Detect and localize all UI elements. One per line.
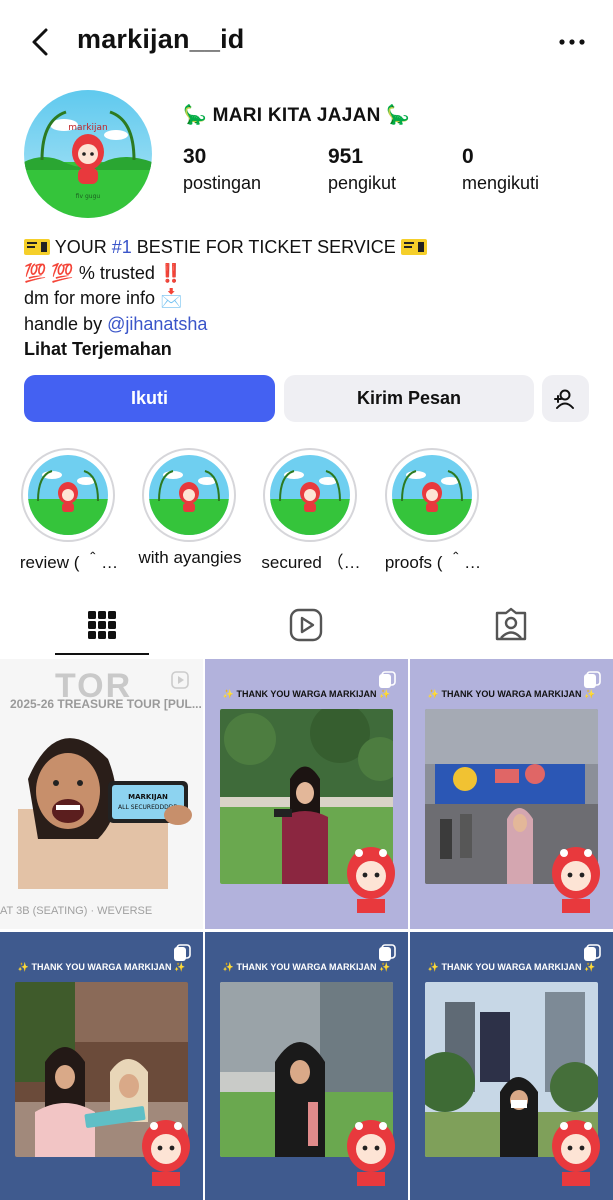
post-banner: ✨ THANK YOU WARGA MARKIJAN ✨ (427, 962, 596, 972)
follow-button[interactable]: Ikuti (24, 375, 275, 422)
suggest-users-button[interactable] (542, 375, 589, 422)
highlight-cover (28, 455, 108, 535)
username-title: markijan__id (77, 24, 245, 54)
display-name-text: MARI KITA JAJAN (212, 105, 381, 126)
post-tile[interactable]: ✨ THANK YOU WARGA MARKIJAN ✨ (410, 932, 613, 1200)
ticket-emoji-icon (24, 239, 50, 255)
highlight-ring (263, 448, 357, 542)
dinosaur-emoji-icon: 🦕 (386, 105, 411, 126)
mascot-sticker (343, 1116, 399, 1195)
tagged-icon[interactable] (493, 607, 529, 643)
mascot-sticker (548, 843, 604, 922)
post-banner: ✨ THANK YOU WARGA MARKIJAN ✨ (222, 962, 391, 972)
profile-avatar[interactable]: markijan fiv gugu (24, 90, 152, 218)
grid-icon[interactable] (84, 607, 120, 643)
posts-grid: TOR 2025-26 TREASURE TOUR [PUL... AT 3B … (0, 659, 613, 1200)
add-user-icon (553, 389, 574, 409)
svg-text:fiv gugu: fiv gugu (76, 193, 101, 200)
svg-text:markijan: markijan (68, 123, 107, 133)
hundred-emoji-icon: 💯 💯 (24, 262, 74, 283)
dinosaur-emoji-icon: 🦕 (183, 105, 207, 126)
carousel-indicator-icon (379, 671, 396, 688)
stat-posts: 30 postingan (183, 144, 261, 196)
carousel-indicator-icon (174, 944, 191, 961)
back-chevron-icon[interactable] (26, 26, 56, 58)
carousel-indicator-icon (379, 944, 396, 961)
story-highlight[interactable]: secured （… (261, 448, 361, 572)
see-translation-link[interactable]: Lihat Terjemahan (24, 337, 427, 363)
story-highlight[interactable]: with ayangies (138, 448, 242, 567)
post-tile[interactable]: ✨ THANK YOU WARGA MARKIJAN ✨ (0, 932, 203, 1200)
post-bg-text: 2025-26 TREASURE TOUR [PUL... (10, 697, 202, 711)
bio-line-4: handle by @jihanatsha (24, 313, 208, 334)
bio-line-1: YOUR #1 BESTIE FOR TICKET SERVICE (24, 235, 427, 261)
reels-icon[interactable] (288, 607, 324, 643)
ticket-emoji-icon (400, 239, 427, 255)
bio-line-3: dm for more info 📩 (24, 288, 183, 308)
double-exclamation-icon: ‼️ (159, 262, 183, 283)
bio-hashtag-link[interactable]: #1 (112, 237, 132, 257)
post-tile[interactable]: ✨ THANK YOU WARGA MARKIJAN ✨ (410, 659, 613, 929)
reel-indicator-icon (171, 671, 189, 689)
stat-followers[interactable]: 951 pengikut (328, 144, 396, 196)
post-tile[interactable]: TOR 2025-26 TREASURE TOUR [PUL... AT 3B … (0, 659, 203, 929)
stat-following-count: 0 (462, 145, 474, 168)
more-options-icon[interactable] (557, 30, 587, 54)
stat-followers-label: pengikut (328, 173, 397, 193)
message-button[interactable]: Kirim Pesan (284, 375, 534, 422)
highlight-ring (21, 448, 115, 542)
post-banner: ✨ THANK YOU WARGA MARKIJAN ✨ (427, 689, 596, 699)
stat-following[interactable]: 0 mengikuti (462, 144, 539, 196)
envelope-emoji-icon: 📩 (160, 288, 183, 308)
stat-following-label: mengikuti (462, 173, 540, 193)
carousel-indicator-icon (584, 944, 601, 961)
highlight-cover (149, 455, 229, 535)
bio-line-2: 💯 💯 % trusted ‼️ (24, 262, 183, 283)
highlight-cover (270, 455, 350, 535)
carousel-indicator-icon (584, 671, 601, 688)
mascot-sticker (548, 1116, 604, 1195)
highlight-cover (392, 455, 472, 535)
mascot-sticker (343, 843, 399, 922)
post-tile[interactable]: ✨ THANK YOU WARGA MARKIJAN ✨ (205, 932, 408, 1200)
stat-posts-label: postingan (183, 173, 262, 193)
story-highlight[interactable]: review ( ＾… (20, 448, 118, 572)
post-bg-text: AT 3B (SEATING) · WEVERSE (0, 905, 153, 917)
post-photo: MARKIJAN ALL SECUREDDDDD (18, 738, 192, 889)
stat-followers-count: 951 (328, 145, 364, 168)
post-banner: ✨ THANK YOU WARGA MARKIJAN ✨ (17, 962, 186, 972)
post-tile[interactable]: ✨ THANK YOU WARGA MARKIJAN ✨ (205, 659, 408, 929)
bio-mention-link[interactable]: @jihanatsha (107, 314, 207, 334)
post-banner: ✨ THANK YOU WARGA MARKIJAN ✨ (222, 689, 391, 699)
top-bar: markijan__id (0, 0, 613, 84)
highlight-label: proofs ( ＾… (384, 553, 482, 572)
profile-tabs (0, 597, 613, 659)
profile-bio: YOUR #1 BESTIE FOR TICKET SERVICE 💯 💯 % … (24, 235, 427, 363)
svg-text:MARKIJAN: MARKIJAN (128, 793, 168, 801)
mascot-sticker (138, 1116, 194, 1195)
story-highlight[interactable]: proofs ( ＾… (385, 448, 481, 572)
highlight-ring (142, 448, 236, 542)
profile-display-name: 🦕 MARI KITA JAJAN 🦕 (183, 103, 410, 127)
highlight-ring (385, 448, 479, 542)
active-tab-indicator (55, 653, 149, 655)
stat-posts-count: 30 (183, 145, 207, 168)
